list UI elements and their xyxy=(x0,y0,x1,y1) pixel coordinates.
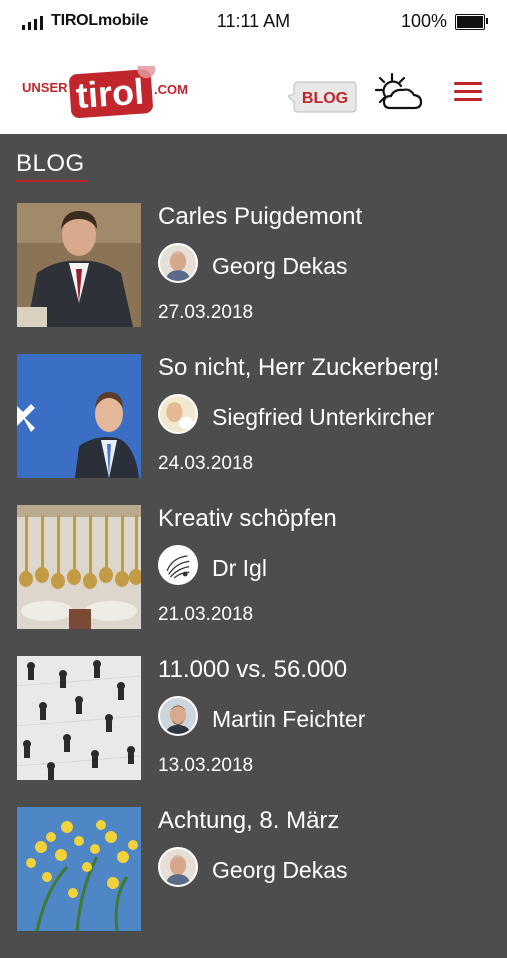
battery-level xyxy=(457,15,483,28)
blog-list-item[interactable]: Kreativ schöpfen Dr Igl 21.03.2018 xyxy=(0,505,507,656)
post-thumbnail[interactable] xyxy=(17,807,141,931)
partly-cloudy-icon[interactable] xyxy=(372,72,424,116)
logo-main: tirol xyxy=(75,70,146,116)
blog-button-label: BLOG xyxy=(302,90,348,107)
post-date: 24.03.2018 xyxy=(158,453,254,474)
post-author: Georg Dekas xyxy=(212,857,348,883)
post-title[interactable]: So nicht, Herr Zuckerberg! xyxy=(158,354,439,382)
battery-icon xyxy=(455,13,488,30)
post-thumbnail[interactable] xyxy=(17,354,141,478)
blog-list-item[interactable]: Achtung, 8. März Georg Dekas xyxy=(0,807,507,958)
post-author: Dr Igl xyxy=(212,555,267,581)
post-title[interactable]: Kreativ schöpfen xyxy=(158,505,337,533)
post-title[interactable]: 11.000 vs. 56.000 xyxy=(158,656,347,684)
post-title[interactable]: Carles Puigdemont xyxy=(158,203,362,231)
blog-list-item[interactable]: So nicht, Herr Zuckerberg! Siegfried Unt… xyxy=(0,354,507,505)
blog-list: Carles Puigdemont Georg Dekas 27.03.2018… xyxy=(0,203,507,958)
blog-list-item[interactable]: Carles Puigdemont Georg Dekas 27.03.2018 xyxy=(0,203,507,354)
unser-tirol-logo[interactable]: UNSER tirol .COM xyxy=(22,66,192,122)
logo-prefix: UNSER xyxy=(22,80,68,95)
section-title: BLOG xyxy=(16,150,85,177)
battery-percentage: 100% xyxy=(400,11,447,31)
post-author: Georg Dekas xyxy=(212,253,348,279)
post-title[interactable]: Achtung, 8. März xyxy=(158,807,339,835)
battery-info: 100% xyxy=(400,11,488,32)
author-avatar xyxy=(158,394,198,434)
app-header: UNSER tirol .COM BLOG xyxy=(0,44,507,134)
blog-list-item[interactable]: 11.000 vs. 56.000 Martin Feichter 13.03.… xyxy=(0,656,507,807)
author-avatar xyxy=(158,696,198,736)
blog-button[interactable]: BLOG xyxy=(288,76,358,116)
logo-suffix: .COM xyxy=(154,82,188,97)
author-avatar xyxy=(158,847,198,887)
post-thumbnail[interactable] xyxy=(17,505,141,629)
post-date: 13.03.2018 xyxy=(158,755,254,776)
post-date: 27.03.2018 xyxy=(158,302,254,323)
author-avatar xyxy=(158,243,198,283)
post-date: 21.03.2018 xyxy=(158,604,254,625)
post-thumbnail[interactable] xyxy=(17,203,141,327)
hamburger-menu-icon[interactable] xyxy=(454,82,482,102)
post-author: Martin Feichter xyxy=(212,706,366,732)
author-avatar xyxy=(158,545,198,585)
post-thumbnail[interactable] xyxy=(17,656,141,780)
status-bar: TIROLmobile 11:11 AM 100% xyxy=(0,0,507,44)
post-author: Siegfried Unterkircher xyxy=(212,404,435,430)
section-title-underline xyxy=(16,180,88,182)
